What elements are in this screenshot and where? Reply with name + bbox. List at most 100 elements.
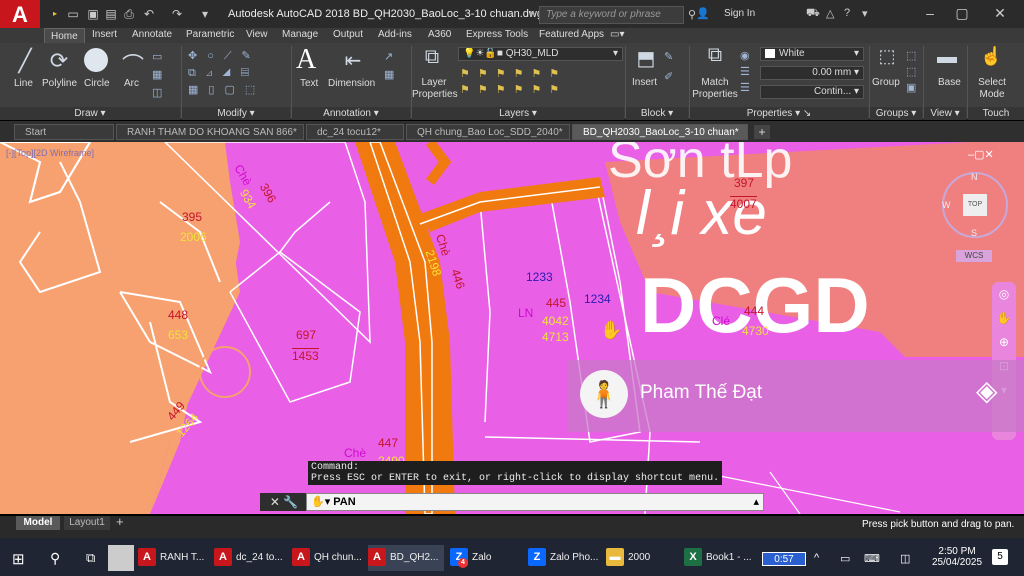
insert-button[interactable]: Insert xyxy=(632,77,657,88)
taskbar-item[interactable]: Adc_24 to... xyxy=(214,545,283,571)
workspace-dropdown-icon[interactable]: ▾ xyxy=(198,7,212,21)
model-tab[interactable]: Model xyxy=(16,516,60,530)
doc-tab-bd-qh2030[interactable]: BD_QH2030_BaoLoc_3-10 chuan* xyxy=(572,124,748,140)
match-properties-icon[interactable]: ⧉ xyxy=(702,44,728,67)
search-input[interactable]: Type a keyword or phrase xyxy=(539,6,684,24)
taskbar-item-active[interactable]: A BD_QH2... xyxy=(368,545,445,571)
group-icon[interactable]: ⬚ xyxy=(876,46,898,67)
compass-west[interactable]: W xyxy=(942,200,951,210)
taskbar-item[interactable]: Z Zalo Pho... xyxy=(528,545,598,571)
color-dropdown[interactable]: White ▾ xyxy=(760,47,864,61)
command-line-tools[interactable]: ✕ 🔧 xyxy=(260,493,308,511)
battery-icon[interactable]: ▭ xyxy=(840,552,850,565)
layer-tools-icons[interactable]: ⚑⚑⚑⚑⚑⚑ ⚑⚑⚑⚑⚑⚑ xyxy=(460,66,567,98)
arc-button[interactable]: Arc xyxy=(124,78,139,89)
modify-tools-icons[interactable]: ✥○⟋✎ ⧉⊿◢▤ ▦▯▢⬚ xyxy=(188,48,288,99)
network-icon[interactable]: ◫ xyxy=(900,552,910,565)
rectangle-icon[interactable]: ▭ xyxy=(152,50,162,63)
base-view-icon[interactable]: ▬ xyxy=(934,46,960,69)
dimension-button[interactable]: Dimension xyxy=(328,78,375,89)
help-icon[interactable]: ? xyxy=(844,7,850,19)
redo-icon[interactable]: ↷ xyxy=(170,7,184,21)
circle-icon[interactable] xyxy=(84,48,108,72)
panel-layers-title[interactable]: Layers ▾ xyxy=(412,107,624,120)
tab-output[interactable]: Output xyxy=(333,29,363,40)
panel-properties-title[interactable]: Properties ▾ ↘ xyxy=(690,107,868,120)
minimize-icon[interactable]: – xyxy=(920,5,940,21)
panel-view-title[interactable]: View ▾ xyxy=(924,107,966,120)
tab-manage[interactable]: Manage xyxy=(282,29,318,40)
tab-view[interactable]: View xyxy=(246,29,268,40)
doc-tab-start[interactable]: Start xyxy=(14,124,114,140)
tab-express-tools[interactable]: Express Tools xyxy=(466,29,528,40)
tab-annotate[interactable]: Annotate xyxy=(132,29,172,40)
match-properties-button[interactable]: Match Properties xyxy=(692,77,738,101)
hatch-icon[interactable]: ▦ xyxy=(152,68,162,81)
search-expand-icon[interactable]: ▸ xyxy=(530,8,535,19)
panel-draw-title[interactable]: Draw ▾ xyxy=(0,107,180,120)
polyline-button[interactable]: Polyline xyxy=(42,78,77,89)
tab-parametric[interactable]: Parametric xyxy=(186,29,234,40)
leader-icon[interactable]: ↗ xyxy=(384,50,393,63)
table-icon[interactable]: ▦ xyxy=(384,68,394,81)
autodesk-icon[interactable]: △ xyxy=(826,7,834,20)
base-button[interactable]: Base xyxy=(938,77,961,88)
close-icon[interactable]: ✕ xyxy=(990,5,1010,22)
taskbar-item[interactable]: ▬ 2000 xyxy=(606,545,650,571)
cart-icon[interactable]: ⛟ xyxy=(806,7,820,21)
search-icon[interactable]: ⚲ xyxy=(50,550,60,567)
tab-add-ins[interactable]: Add-ins xyxy=(378,29,412,40)
line-icon[interactable]: ╱ xyxy=(14,48,36,74)
layer-properties-icon[interactable]: ⧉ xyxy=(418,46,446,69)
taskbar-item[interactable]: Z 4 Zalo xyxy=(450,545,491,571)
taskbar-item[interactable]: A RANH T... xyxy=(138,545,204,571)
save-as-icon[interactable]: ▤ xyxy=(104,7,118,21)
pinned-app-icon[interactable] xyxy=(108,545,134,571)
doc-tab-dc24[interactable]: dc_24 tocu12* xyxy=(306,124,404,140)
arc-icon[interactable]: ⌒ xyxy=(122,48,144,80)
drawing-canvas[interactable]: [-][Top][2D Wireframe] Sơn tLp l¸i xe DC… xyxy=(0,142,1024,514)
compass-south[interactable]: S xyxy=(971,228,977,238)
insert-block-icon[interactable]: ⬒ xyxy=(632,46,660,71)
keyboard-icon[interactable]: ⌨ xyxy=(864,552,880,565)
dimension-icon[interactable]: ⇤ xyxy=(338,48,368,73)
help-dropdown-icon[interactable]: ▾ xyxy=(862,7,868,20)
layer-dropdown[interactable]: 💡☀🔓■ QH30_MLD ▾ xyxy=(458,47,623,61)
circle-button[interactable]: Circle xyxy=(84,78,110,89)
properties-icons[interactable]: ◉ ☰ ☰ xyxy=(740,48,750,96)
show-hidden-icons[interactable]: ^ xyxy=(814,552,819,564)
select-mode-button[interactable]: Select Mode xyxy=(972,77,1012,101)
undo-icon[interactable]: ↶ xyxy=(142,7,156,21)
command-input[interactable]: ✋▾ PAN ▴ xyxy=(306,493,764,511)
panel-annotation-title[interactable]: Annotation ▾ xyxy=(292,107,410,120)
layer-properties-button[interactable]: Layer Properties xyxy=(412,77,458,101)
viewport-window-controls[interactable]: –▢✕ xyxy=(968,148,994,161)
compass-north[interactable]: N xyxy=(971,172,978,182)
text-icon[interactable]: A xyxy=(296,44,316,76)
binoculars-icon[interactable]: ⚲ xyxy=(688,8,696,21)
autocad-logo-button[interactable]: A xyxy=(0,0,40,30)
recording-timer[interactable]: 0:57 xyxy=(762,552,806,566)
task-view-icon[interactable]: ⧉ xyxy=(86,550,95,566)
plot-icon[interactable]: ⎙ xyxy=(122,7,136,21)
group-button[interactable]: Group xyxy=(872,77,900,88)
edit-block-icon[interactable]: ✐ xyxy=(664,70,673,83)
doc-tab-qh-chung[interactable]: QH chung_Bao Loc_SDD_2040* xyxy=(406,124,570,140)
add-layout-icon[interactable]: + xyxy=(116,514,124,529)
linetype-dropdown[interactable]: Contin... ▾ xyxy=(760,85,864,99)
panel-groups-title[interactable]: Groups ▾ xyxy=(870,107,922,120)
viewcube-top[interactable]: TOP xyxy=(963,194,987,216)
tab-insert[interactable]: Insert xyxy=(92,29,117,40)
taskbar-item[interactable]: A QH chun... xyxy=(292,545,362,571)
taskbar-item[interactable]: X Book1 - ... xyxy=(684,545,752,571)
viewport-controls[interactable]: [-][Top][2D Wireframe] xyxy=(6,148,94,158)
new-icon[interactable]: ▸ xyxy=(48,7,62,21)
tab-a360[interactable]: A360 xyxy=(428,29,451,40)
line-button[interactable]: Line xyxy=(14,78,33,89)
text-button[interactable]: Text xyxy=(300,78,318,89)
panel-modify-title[interactable]: Modify ▾ xyxy=(182,107,290,120)
tab-featured-apps[interactable]: Featured Apps xyxy=(539,29,604,40)
group-tools-icons[interactable]: ⬚ ⬚ ▣ xyxy=(906,48,916,96)
doc-tab-ranh-tham-do[interactable]: RANH THAM DO KHOANG SAN 866* xyxy=(116,124,304,140)
windows-start-icon[interactable]: ⊞ xyxy=(12,550,25,568)
